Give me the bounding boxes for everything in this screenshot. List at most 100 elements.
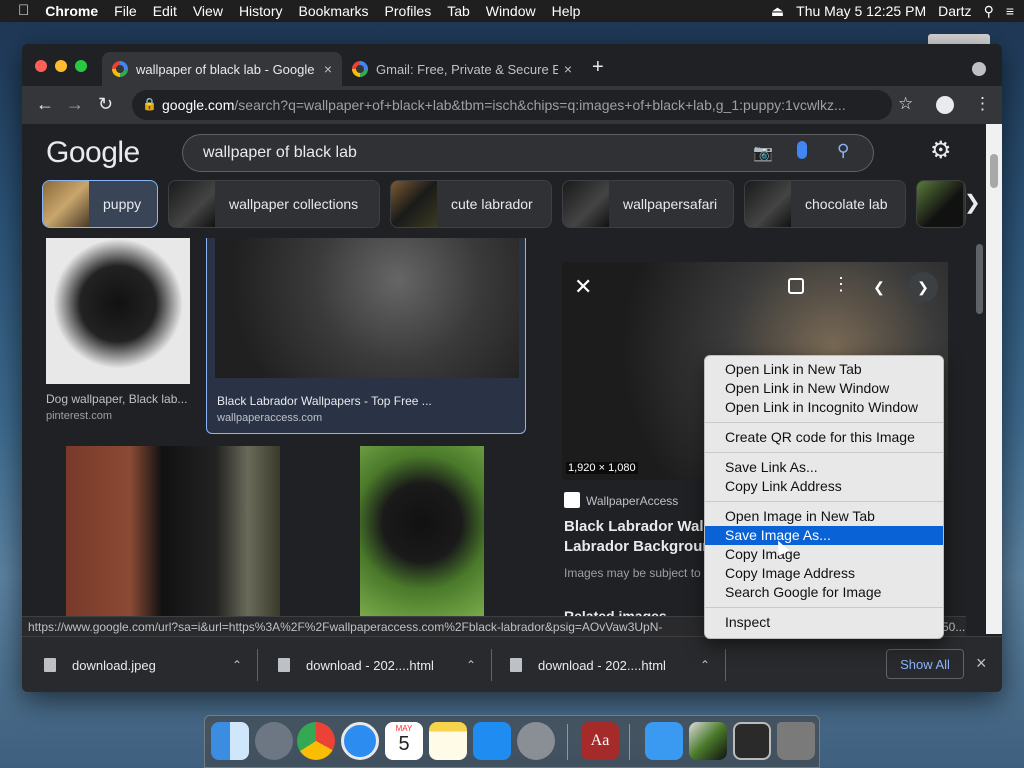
show-all-downloads-button[interactable]: Show All (886, 649, 964, 679)
menu-tab[interactable]: Tab (439, 0, 478, 22)
menu-file[interactable]: File (106, 0, 145, 22)
chevron-up-icon[interactable]: ⌃ (232, 658, 242, 672)
menu-view[interactable]: View (185, 0, 231, 22)
back-arrow-icon[interactable]: ← (36, 94, 54, 115)
lock-icon[interactable]: 🔒 (142, 97, 157, 111)
page-scrollbar-track[interactable] (986, 124, 1002, 634)
address-bar[interactable]: 🔒 google.com/search?q=wallpaper+of+black… (132, 90, 892, 120)
next-image-icon[interactable]: ❯ (908, 272, 938, 302)
launchpad-icon[interactable] (255, 722, 293, 760)
downloads-stack-icon[interactable] (689, 722, 727, 760)
apple-icon[interactable]:  (0, 0, 37, 22)
menu-create-qr-code[interactable]: Create QR code for this Image (705, 428, 943, 447)
search-input[interactable]: wallpaper of black lab 📷 ⚲ (182, 134, 874, 172)
chevron-up-icon[interactable]: ⌃ (466, 658, 476, 672)
page-scrollbar-thumb[interactable] (990, 154, 998, 188)
chevron-up-icon[interactable]: ⌃ (700, 658, 710, 672)
menu-help[interactable]: Help (544, 0, 589, 22)
menu-window[interactable]: Window (478, 0, 544, 22)
chip-chocolate-lab[interactable]: chocolate lab (744, 180, 906, 228)
chip-partial[interactable] (916, 180, 966, 228)
dictionary-icon[interactable]: Aa (581, 722, 619, 760)
tab-google-images[interactable]: wallpaper of black lab - Google × (102, 52, 342, 86)
close-tab-icon[interactable]: × (324, 61, 332, 77)
menu-inspect[interactable]: Inspect (705, 613, 943, 632)
bookmark-star-icon[interactable]: ☆ (898, 94, 913, 114)
download-item[interactable]: download.jpeg ⌃ (22, 637, 258, 692)
menu-history[interactable]: History (231, 0, 291, 22)
search-icon[interactable]: ⚲ (837, 141, 849, 161)
reload-icon[interactable]: ↻ (98, 94, 113, 115)
download-item[interactable]: download - 202....html ⌃ (258, 637, 492, 692)
menu-open-image-new-tab[interactable]: Open Image in New Tab (705, 507, 943, 526)
preview-more-icon[interactable]: ⋮ (832, 274, 850, 295)
result-image[interactable] (360, 446, 484, 616)
google-logo[interactable]: Google (46, 136, 140, 170)
zoom-window-button[interactable] (75, 60, 87, 72)
tab-gmail[interactable]: Gmail: Free, Private & Secure E × (342, 52, 582, 86)
screenshot-stack-icon[interactable] (733, 722, 771, 760)
result-card[interactable]: Dog wallpaper, Black lab... pinterest.co… (42, 238, 198, 428)
close-downloads-shelf-icon[interactable]: × (976, 653, 987, 674)
menubar-user[interactable]: Dartz (938, 3, 971, 19)
menu-app-name[interactable]: Chrome (37, 0, 106, 22)
forward-arrow-icon[interactable]: → (66, 94, 84, 115)
close-tab-icon[interactable]: × (564, 61, 572, 77)
safari-icon[interactable] (341, 722, 379, 760)
trash-icon[interactable] (777, 722, 815, 760)
site-name[interactable]: WallpaperAccess (586, 494, 678, 508)
result-caption[interactable]: Black Labrador Wallpapers - Top Free ... (217, 394, 517, 408)
system-preferences-icon[interactable] (517, 722, 555, 760)
result-card-selected[interactable]: Black Labrador Wallpapers - Top Free ...… (206, 238, 526, 434)
menu-edit[interactable]: Edit (145, 0, 185, 22)
menu-open-link-new-window[interactable]: Open Link in New Window (705, 379, 943, 398)
app-store-icon[interactable] (473, 722, 511, 760)
profile-avatar-icon[interactable] (936, 96, 954, 114)
result-caption[interactable]: Dog wallpaper, Black lab... (46, 392, 196, 406)
spotlight-search-icon[interactable]: ⚲ (984, 3, 994, 20)
preview-title-line2[interactable]: Labrador Background (564, 538, 721, 555)
chrome-menu-icon[interactable]: ⋮ (974, 94, 991, 114)
settings-gear-icon[interactable]: ⚙ (930, 136, 952, 165)
camera-icon[interactable]: 📷 (753, 143, 773, 163)
download-item[interactable]: download - 202....html ⌃ (492, 637, 726, 692)
menubar-datetime[interactable]: Thu May 5 12:25 PM (796, 3, 926, 19)
menu-copy-image[interactable]: Copy Image (705, 545, 943, 564)
menu-copy-link-address[interactable]: Copy Link Address (705, 477, 943, 496)
previous-image-icon[interactable]: ❮ (864, 272, 894, 302)
chrome-icon[interactable] (297, 722, 335, 760)
menu-copy-image-address[interactable]: Copy Image Address (705, 564, 943, 583)
lens-search-icon[interactable] (788, 278, 804, 294)
result-image[interactable] (46, 238, 190, 384)
chip-cute-labrador[interactable]: cute labrador (390, 180, 552, 228)
menu-bookmarks[interactable]: Bookmarks (291, 0, 377, 22)
eject-icon[interactable]: ⏏ (771, 3, 784, 20)
results-scrollbar-thumb[interactable] (976, 244, 983, 314)
chips-next-chevron-icon[interactable]: ❯ (964, 190, 981, 215)
menu-save-image-as[interactable]: Save Image As... (705, 526, 943, 545)
menu-save-link-as[interactable]: Save Link As... (705, 458, 943, 477)
minimize-window-button[interactable] (55, 60, 67, 72)
control-center-icon[interactable]: ≡ (1006, 3, 1014, 19)
tab-search-icon[interactable] (972, 62, 986, 76)
microphone-icon[interactable] (797, 141, 807, 159)
applications-folder-icon[interactable] (645, 722, 683, 760)
menu-open-link-incognito[interactable]: Open Link in Incognito Window (705, 398, 943, 417)
chip-wallpapersafari[interactable]: wallpapersafari (562, 180, 734, 228)
menu-open-link-new-tab[interactable]: Open Link in New Tab (705, 360, 943, 379)
result-source[interactable]: wallpaperaccess.com (217, 412, 322, 424)
calendar-icon[interactable]: MAY 5 (385, 722, 423, 760)
chip-wallpaper-collections[interactable]: wallpaper collections (168, 180, 380, 228)
chip-puppy[interactable]: puppy (42, 180, 158, 228)
close-preview-icon[interactable]: ✕ (574, 274, 592, 300)
result-source[interactable]: pinterest.com (46, 410, 112, 422)
new-tab-button[interactable]: + (592, 56, 604, 79)
result-image[interactable] (215, 238, 519, 378)
menu-profiles[interactable]: Profiles (377, 0, 440, 22)
close-window-button[interactable] (35, 60, 47, 72)
result-image[interactable] (66, 446, 280, 616)
menu-search-google-for-image[interactable]: Search Google for Image (705, 583, 943, 602)
notes-icon[interactable] (429, 722, 467, 760)
finder-icon[interactable] (211, 722, 249, 760)
preview-title-line1[interactable]: Black Labrador Wallp (564, 518, 717, 535)
